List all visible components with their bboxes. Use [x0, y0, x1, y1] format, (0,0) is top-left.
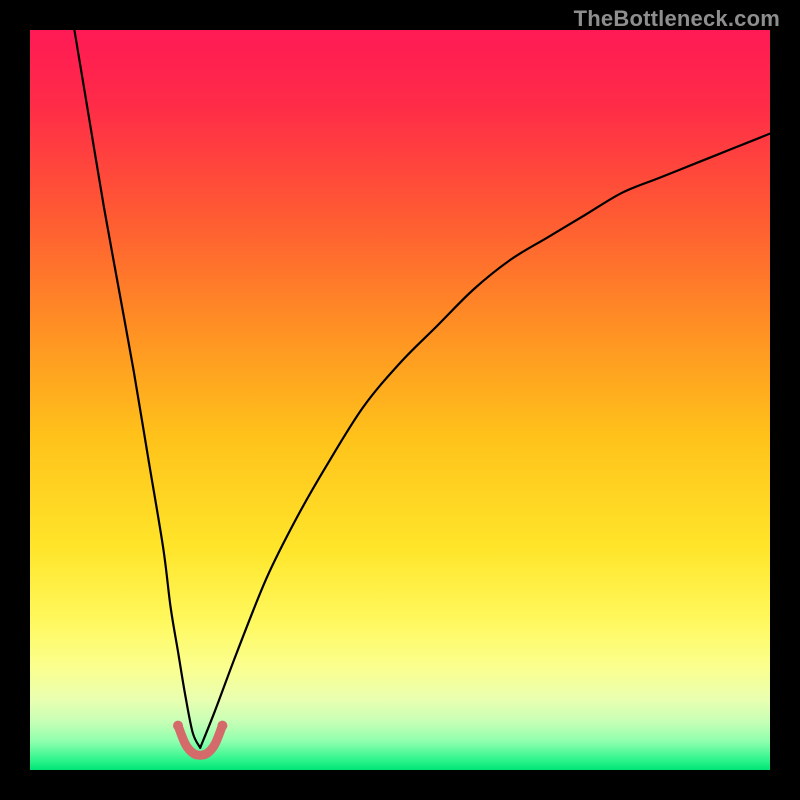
watermark-text: TheBottleneck.com [574, 6, 780, 32]
notch-end-dot [173, 721, 183, 731]
notch-end-dot [217, 721, 227, 731]
outer-frame: TheBottleneck.com [0, 0, 800, 800]
gradient-background [30, 30, 770, 770]
chart-svg [30, 30, 770, 770]
plot-area [30, 30, 770, 770]
